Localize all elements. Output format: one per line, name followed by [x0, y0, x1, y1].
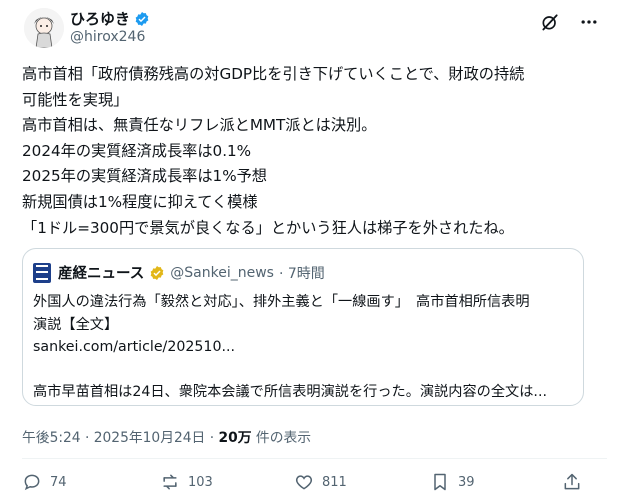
quote-text: 外国人の違法行為「毅然と対応」、排外主義と「一線画す」 高市首相所信表明 演説【… [33, 294, 547, 400]
more-options-icon[interactable] [578, 12, 600, 32]
author-handle[interactable]: @hirox246 [70, 29, 145, 45]
repost-count: 103 [188, 474, 213, 490]
grok-icon[interactable] [540, 12, 560, 32]
divider [22, 458, 607, 459]
view-count: 20万 [218, 430, 252, 446]
author-name[interactable]: ひろゆき [70, 8, 130, 29]
author-name-row[interactable]: ひろゆき [70, 8, 150, 29]
post-metadata: 午後5:24 · 2025年10月24日 · 20万 件の表示 [22, 426, 311, 446]
quote-author-handle[interactable]: @Sankei_news [170, 265, 274, 281]
quote-header: 産経ニュース @Sankei_news · 7時間 [33, 262, 325, 283]
quoted-tweet-card[interactable]: 産経ニュース @Sankei_news · 7時間 外国人の違法行為「毅然と対応… [22, 248, 584, 406]
avatar[interactable] [24, 8, 64, 48]
reply-count: 74 [50, 474, 67, 490]
action-bar: 74 103 811 39 [0, 470, 617, 500]
post-datetime[interactable]: 午後5:24 · 2025年10月24日 · [22, 430, 219, 446]
like-count: 811 [322, 474, 347, 490]
avatar-illustration-icon [24, 8, 64, 48]
bookmark-button[interactable]: 39 [430, 472, 475, 492]
reply-icon [24, 474, 40, 491]
share-button[interactable] [562, 472, 582, 492]
tweet-text: 高市首相「政府債務残高の対GDP比を引き下げていくことで、財政の持続 可能性を実… [22, 65, 525, 237]
view-count-label: 件の表示 [251, 430, 312, 446]
reply-button[interactable]: 74 [22, 472, 67, 492]
repost-button[interactable]: 103 [160, 472, 213, 492]
sankei-logo-icon [33, 262, 51, 283]
like-button[interactable]: 811 [294, 472, 347, 492]
bookmark-count: 39 [458, 474, 475, 490]
quote-time[interactable]: · 7時間 [279, 263, 325, 283]
verified-badge-icon [135, 11, 149, 26]
quote-author-name[interactable]: 産経ニュース [58, 262, 144, 283]
heart-icon [295, 475, 313, 490]
share-icon [564, 473, 580, 490]
repost-icon [163, 474, 177, 490]
gold-verified-badge-icon [150, 265, 164, 280]
bookmark-icon [434, 473, 446, 491]
